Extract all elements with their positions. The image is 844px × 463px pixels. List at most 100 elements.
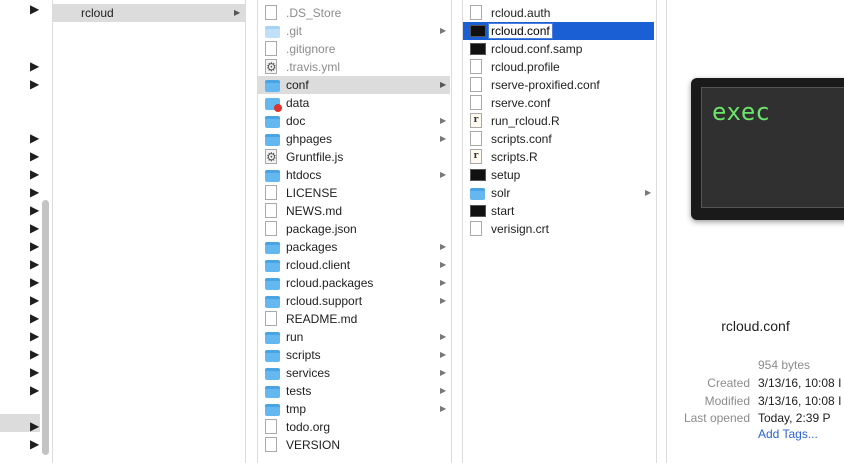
list-item[interactable]: ⚙ Gruntfile.js (258, 148, 450, 166)
column-conf: rcloud.auth rcloud.conf rcloud.conf.samp rc… (463, 0, 654, 463)
document-icon (470, 5, 482, 20)
list-item[interactable]: run ▶ (258, 328, 450, 346)
list-item[interactable]: tests ▶ (258, 382, 450, 400)
list-item[interactable]: r run_rcloud.R (463, 112, 654, 130)
disclosure-arrow-icon[interactable]: ▶ (440, 346, 446, 364)
disclosure-arrow-icon[interactable]: ▶ (440, 166, 446, 184)
disclosure-arrow-icon[interactable]: ▶ (440, 400, 446, 418)
disclosure-arrow-icon[interactable]: ▶ (440, 364, 446, 382)
list-item[interactable]: rcloud.conf (463, 22, 654, 40)
item-label: htdocs (286, 168, 322, 182)
disclosure-arrow-icon[interactable]: ▶ (30, 255, 39, 273)
list-item[interactable]: rcloud ▶ (53, 4, 245, 22)
item-label: rserve-proxified.conf (491, 78, 600, 92)
list-item[interactable]: solr ▶ (463, 184, 654, 202)
modified-label: Modified (704, 394, 750, 408)
disclosure-arrow-icon[interactable]: ▶ (440, 238, 446, 256)
column-divider[interactable] (245, 0, 246, 463)
disclosure-arrow-icon[interactable]: ▶ (30, 381, 39, 399)
disclosure-arrow-icon[interactable]: ▶ (30, 201, 39, 219)
list-item[interactable]: README.md (258, 310, 450, 328)
disclosure-arrow-icon[interactable]: ▶ (30, 435, 39, 453)
disclosure-arrow-icon[interactable]: ▶ (30, 327, 39, 345)
scrollbar[interactable] (42, 200, 49, 455)
item-label: .travis.yml (286, 60, 340, 74)
list-item[interactable]: services ▶ (258, 364, 450, 382)
list-item[interactable]: rcloud.packages ▶ (258, 274, 450, 292)
list-item[interactable]: rcloud.auth (463, 4, 654, 22)
list-item[interactable]: r scripts.R (463, 148, 654, 166)
list-item[interactable]: ⚙ .travis.yml (258, 58, 450, 76)
list-item[interactable]: rcloud.profile (463, 58, 654, 76)
add-tags-link[interactable]: Add Tags... (758, 427, 818, 441)
list-item[interactable]: .DS_Store (258, 4, 450, 22)
document-icon (265, 419, 277, 434)
list-item[interactable]: scripts ▶ (258, 346, 450, 364)
list-item[interactable]: setup (463, 166, 654, 184)
document-icon (470, 95, 482, 110)
list-item[interactable]: rcloud.support ▶ (258, 292, 450, 310)
list-item[interactable]: verisign.crt (463, 220, 654, 238)
list-item[interactable]: LICENSE (258, 184, 450, 202)
disclosure-arrow-icon[interactable]: ▶ (440, 112, 446, 130)
list-item[interactable]: doc ▶ (258, 112, 450, 130)
item-label: rcloud.support (286, 294, 363, 308)
disclosure-arrow-icon[interactable]: ▶ (440, 274, 446, 292)
list-item[interactable]: data (258, 94, 450, 112)
disclosure-arrow-icon[interactable]: ▶ (440, 76, 446, 94)
list-item[interactable]: rserve-proxified.conf (463, 76, 654, 94)
disclosure-arrow-icon[interactable]: ▶ (30, 0, 39, 18)
disclosure-arrow-icon[interactable]: ▶ (440, 256, 446, 274)
list-item[interactable]: VERSION (258, 436, 450, 454)
disclosure-arrow-icon[interactable]: ▶ (440, 130, 446, 148)
disclosure-arrow-icon[interactable]: ▶ (30, 273, 39, 291)
document-icon (265, 41, 277, 56)
r-script-icon: r (470, 113, 482, 128)
disclosure-arrow-icon[interactable]: ▶ (440, 22, 446, 40)
list-item[interactable]: conf ▶ (258, 76, 450, 94)
preview-pane: exec rcloud.conf 954 bytes Created 3/13/… (667, 0, 844, 463)
item-label: tests (286, 384, 312, 398)
disclosure-arrow-icon[interactable]: ▶ (30, 147, 39, 165)
list-item[interactable]: rserve.conf (463, 94, 654, 112)
list-item[interactable]: htdocs ▶ (258, 166, 450, 184)
disclosure-arrow-icon[interactable]: ▶ (30, 57, 39, 75)
rename-field[interactable]: rcloud.conf (488, 23, 553, 39)
disclosure-arrow-icon[interactable]: ▶ (30, 165, 39, 183)
disclosure-arrow-icon[interactable]: ▶ (30, 237, 39, 255)
list-item[interactable]: ghpages ▶ (258, 130, 450, 148)
list-item[interactable]: scripts.conf (463, 130, 654, 148)
item-label: doc (286, 114, 306, 128)
disclosure-arrow-icon[interactable]: ▶ (30, 129, 39, 147)
disclosure-arrow-icon[interactable]: ▶ (440, 292, 446, 310)
list-item[interactable]: rcloud.client ▶ (258, 256, 450, 274)
disclosure-arrow-icon[interactable]: ▶ (645, 184, 651, 202)
list-item[interactable]: todo.org (258, 418, 450, 436)
disclosure-arrow-icon[interactable]: ▶ (30, 219, 39, 237)
disclosure-arrow-icon[interactable]: ▶ (440, 382, 446, 400)
list-item[interactable]: start (463, 202, 654, 220)
disclosure-arrow-icon[interactable]: ▶ (30, 183, 39, 201)
list-item[interactable]: packages ▶ (258, 238, 450, 256)
file-icon (59, 6, 74, 20)
item-label: tmp (286, 402, 307, 416)
terminal-icon (470, 169, 486, 181)
folder-icon (265, 242, 280, 254)
column-divider[interactable] (656, 0, 657, 463)
disclosure-arrow-icon[interactable]: ▶ (30, 345, 39, 363)
disclosure-arrow-icon[interactable]: ▶ (440, 328, 446, 346)
disclosure-arrow-icon[interactable]: ▶ (30, 309, 39, 327)
disclosure-arrow-icon[interactable]: ▶ (30, 291, 39, 309)
list-item[interactable]: package.json (258, 220, 450, 238)
list-item[interactable]: .gitignore (258, 40, 450, 58)
disclosure-arrow-icon[interactable]: ▶ (30, 417, 39, 435)
disclosure-arrow-icon[interactable]: ▶ (30, 363, 39, 381)
disclosure-arrow-icon[interactable]: ▶ (234, 4, 240, 22)
disclosure-arrow-icon[interactable]: ▶ (30, 75, 39, 93)
list-item[interactable]: NEWS.md (258, 202, 450, 220)
column-rcloud: .DS_Store .git ▶ .gitignore ⚙ .travis.yml conf… (258, 0, 450, 463)
list-item[interactable]: rcloud.conf.samp (463, 40, 654, 58)
column-divider[interactable] (451, 0, 452, 463)
list-item[interactable]: tmp ▶ (258, 400, 450, 418)
list-item[interactable]: .git ▶ (258, 22, 450, 40)
